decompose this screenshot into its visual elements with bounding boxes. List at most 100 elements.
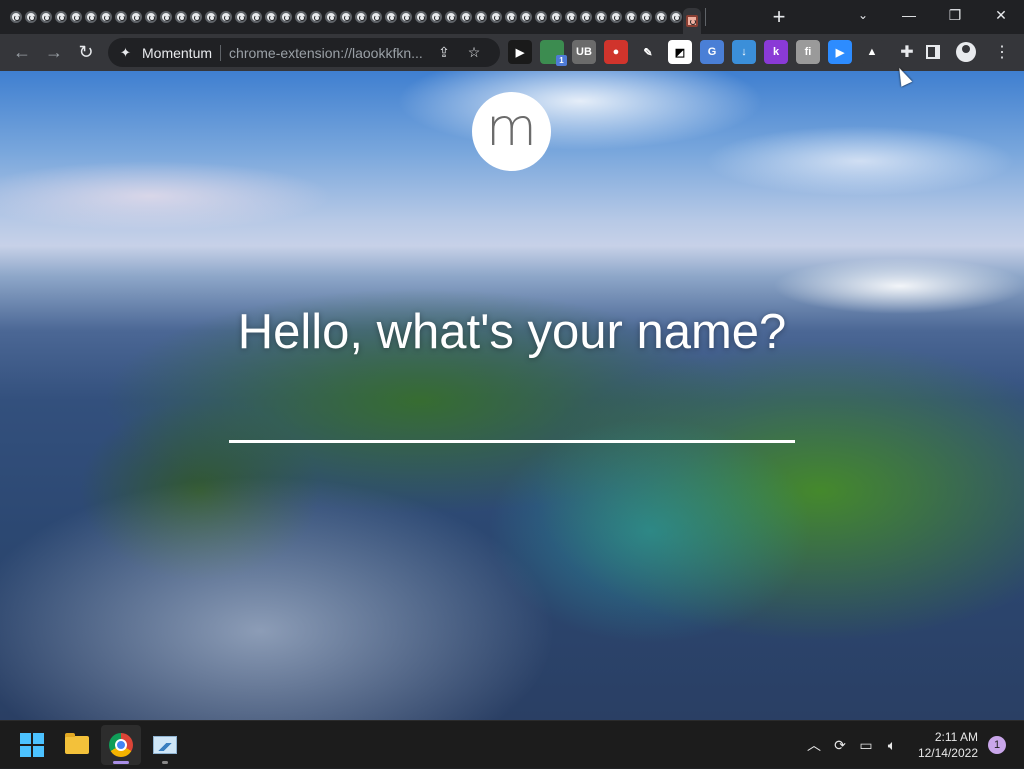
tab[interactable] (548, 6, 563, 28)
tab-favicon-icon (669, 11, 682, 23)
tab[interactable] (98, 6, 113, 28)
clock-time: 2:11 AM (934, 730, 978, 744)
tab[interactable] (23, 6, 38, 28)
tab-favicon-icon (534, 11, 547, 23)
tab[interactable] (383, 6, 398, 28)
tab[interactable] (68, 6, 83, 28)
tab-favicon-active-icon (686, 15, 698, 27)
pen-extension-icon[interactable]: ✎ (636, 40, 660, 64)
network-icon[interactable]: ▭ (854, 737, 878, 754)
tab[interactable] (293, 6, 308, 28)
tab[interactable] (323, 6, 338, 28)
tab[interactable] (53, 6, 68, 28)
name-input[interactable] (229, 371, 795, 443)
taskbar-chrome[interactable] (101, 725, 141, 765)
extensions-menu-icon[interactable]: ✚ (896, 42, 918, 62)
tab[interactable] (83, 6, 98, 28)
tab[interactable] (458, 6, 473, 28)
tab[interactable] (473, 6, 488, 28)
start-button[interactable] (12, 725, 52, 765)
volume-icon[interactable]: 🔈︎ (880, 737, 904, 754)
cursor-extension-icon[interactable]: ▶ (508, 40, 532, 64)
tab[interactable] (143, 6, 158, 28)
tab[interactable] (158, 6, 173, 28)
tab[interactable] (623, 6, 638, 28)
tab[interactable] (188, 6, 203, 28)
momentum-background: m Hello, what's your name? (0, 71, 1024, 720)
tab[interactable] (638, 6, 653, 28)
translate-extension-icon[interactable]: G (700, 40, 724, 64)
tab-favicon-icon (504, 11, 517, 23)
fi-extension-icon[interactable]: fi (796, 40, 820, 64)
tab[interactable] (578, 6, 593, 28)
green-extension-icon[interactable]: 1 (540, 40, 567, 66)
tab-favicon-icon (9, 11, 22, 23)
tab-favicon-icon (414, 11, 427, 23)
tab[interactable] (563, 6, 578, 28)
tab[interactable] (368, 6, 383, 28)
tab[interactable] (233, 6, 248, 28)
k-extension-icon[interactable]: k (764, 40, 788, 64)
tab[interactable] (308, 6, 323, 28)
download-extension-icon[interactable]: ↓ (732, 40, 756, 64)
tab[interactable] (128, 6, 143, 28)
tab[interactable] (248, 6, 263, 28)
forward-button[interactable]: → (38, 37, 70, 69)
tab[interactable] (113, 6, 128, 28)
close-button[interactable]: ✕ (978, 0, 1024, 30)
tab[interactable] (428, 6, 443, 28)
tab[interactable] (173, 6, 188, 28)
tab[interactable] (278, 6, 293, 28)
sync-icon[interactable]: ⟳ (828, 737, 852, 754)
url-text[interactable]: chrome-extension://laookkfkn... (229, 45, 429, 61)
new-tab-button[interactable]: + (765, 3, 793, 31)
tab[interactable] (443, 6, 458, 28)
tab-favicon-icon (639, 11, 652, 23)
restore-button[interactable]: ❐ (932, 0, 978, 30)
tab-favicon-icon (69, 11, 82, 23)
tab[interactable] (413, 6, 428, 28)
tab[interactable] (533, 6, 548, 28)
ublock-extension-icon[interactable]: UB (572, 40, 596, 64)
zoom-extension-icon[interactable]: ▶ (828, 40, 852, 64)
notification-badge[interactable]: 1 (988, 736, 1006, 754)
tab[interactable] (203, 6, 218, 28)
clock[interactable]: 2:11 AM 12/14/2022 (918, 729, 978, 761)
red-extension-icon[interactable]: ● (604, 40, 628, 64)
tab-favicon-icon (609, 11, 622, 23)
minimize-button[interactable]: — (886, 0, 932, 30)
tab-favicon-icon (39, 11, 52, 23)
side-panel-icon[interactable] (926, 45, 940, 59)
tab[interactable] (593, 6, 608, 28)
taskbar-file-explorer[interactable] (57, 725, 97, 765)
taskbar-monitor-app[interactable] (145, 725, 185, 765)
share-icon[interactable]: ⇪ (429, 44, 459, 61)
tab[interactable] (338, 6, 353, 28)
tab-search-icon[interactable]: ⌄ (850, 4, 876, 26)
reload-button[interactable]: ↻ (70, 37, 102, 69)
tab[interactable] (263, 6, 278, 28)
tab[interactable] (38, 6, 53, 28)
tab[interactable] (218, 6, 233, 28)
tab[interactable] (668, 6, 683, 28)
profile-avatar[interactable] (956, 42, 976, 62)
tab-separator (705, 8, 706, 26)
tab[interactable] (608, 6, 623, 28)
tab[interactable] (353, 6, 368, 28)
tab[interactable] (488, 6, 503, 28)
tab[interactable] (503, 6, 518, 28)
chevron-up-icon[interactable]: ︿ (802, 735, 826, 755)
tab[interactable] (653, 6, 668, 28)
drive-extension-icon[interactable]: ▲ (860, 40, 884, 64)
tab[interactable] (683, 8, 701, 34)
bookmark-star-icon[interactable]: ☆ (459, 44, 489, 61)
tab[interactable] (8, 6, 23, 28)
address-bar[interactable]: ✦ Momentum chrome-extension://laookkfkn.… (108, 38, 500, 67)
menu-kebab-icon[interactable]: ⋮ (994, 42, 1010, 62)
contrast-extension-icon[interactable]: ◩ (668, 40, 692, 64)
tab[interactable] (398, 6, 413, 28)
extension-badge: 1 (556, 55, 567, 66)
back-button[interactable]: ← (6, 37, 38, 69)
tab[interactable] (518, 6, 533, 28)
tab-favicon-icon (564, 11, 577, 23)
